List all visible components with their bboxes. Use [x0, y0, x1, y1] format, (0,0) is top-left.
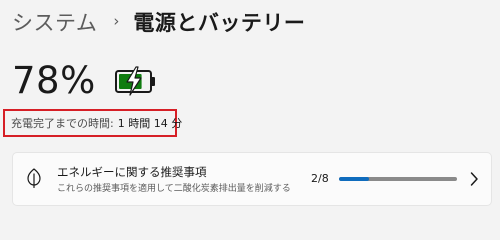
recommendation-title: エネルギーに関する推奨事項 [57, 165, 207, 179]
charge-time-highlight: 充電完了までの時間: 1 時間 14 分 [3, 109, 182, 137]
leaf-icon [25, 168, 43, 189]
battery-status: 78% [12, 58, 158, 104]
breadcrumb-system-link[interactable]: システム [12, 7, 97, 37]
charge-time-value: 1 時間 14 分 [117, 117, 183, 130]
breadcrumb-separator-icon: › [113, 12, 120, 30]
recommendation-progress-bar [339, 177, 457, 181]
page-title: 電源とバッテリー [133, 11, 306, 35]
chevron-right-icon[interactable] [469, 171, 479, 187]
charge-time-label: 充電完了までの時間: [11, 117, 114, 130]
battery-percentage: 78% [12, 59, 96, 102]
battery-charging-icon [114, 66, 158, 96]
recommendation-description: これらの推奨事項を適用して二酸化炭素排出量を削減する [57, 184, 291, 194]
recommendation-progress-fill [339, 177, 369, 181]
energy-recommendations-card[interactable]: エネルギーに関する推奨事項 これらの推奨事項を適用して二酸化炭素排出量を削減する… [12, 152, 492, 206]
breadcrumb: システム › 電源とバッテリー [12, 6, 305, 38]
recommendation-progress-count: 2/8 [311, 172, 329, 185]
